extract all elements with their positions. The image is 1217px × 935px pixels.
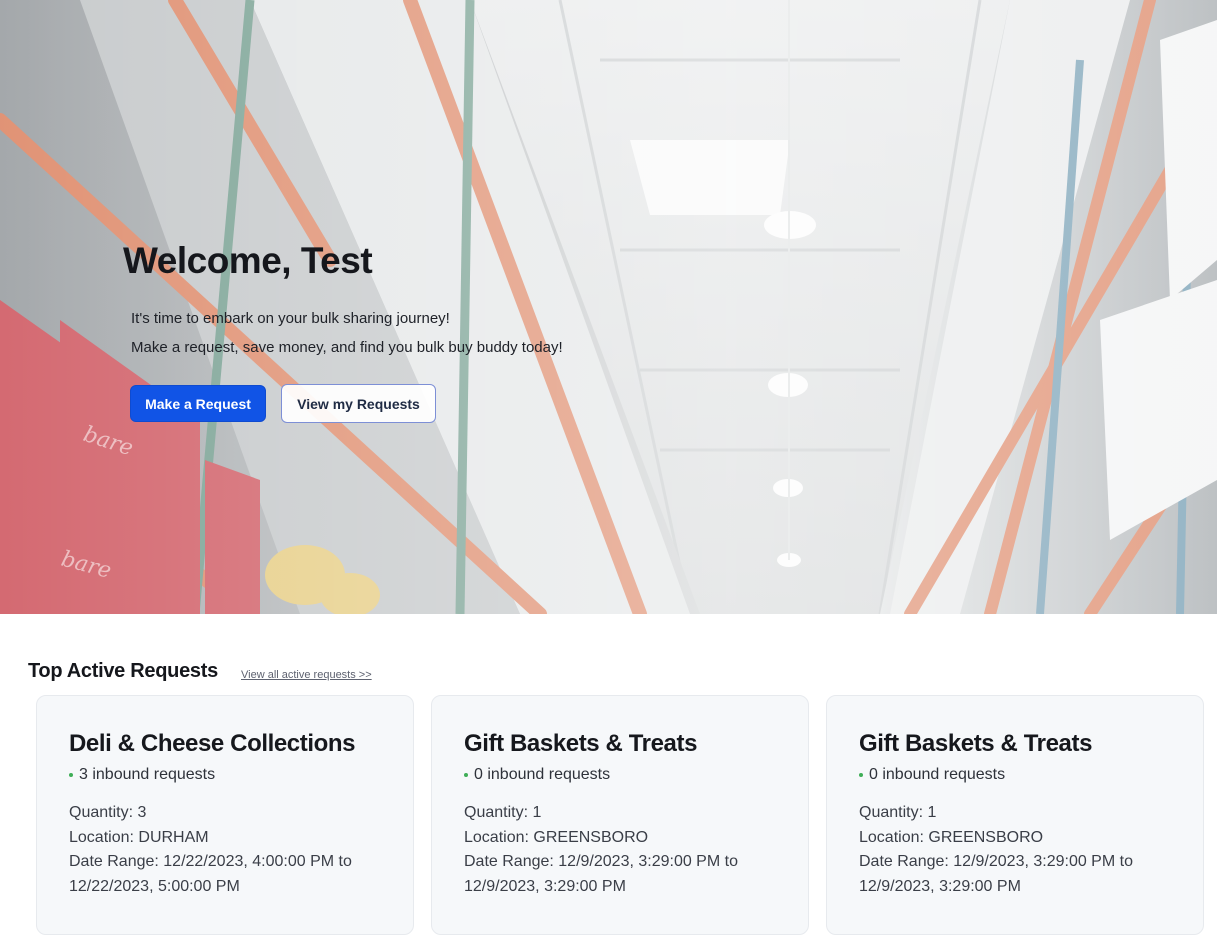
section-title: Top Active Requests [28, 660, 218, 682]
date-range-row: Date Range: 12/22/2023, 4:00:00 PM to [69, 850, 381, 875]
status-dot-icon [464, 773, 468, 777]
hero-tagline-line-1: It's time to embark on your bulk sharing… [131, 310, 450, 327]
request-card[interactable]: Gift Baskets & Treats 0 inbound requests… [431, 695, 809, 935]
date-end: 12/9/2023, 3:29:00 PM [859, 877, 1021, 895]
request-card[interactable]: Deli & Cheese Collections 3 inbound requ… [36, 695, 414, 935]
card-title: Gift Baskets & Treats [464, 730, 698, 757]
hero-overlay [0, 0, 1217, 614]
date-range-label: Date Range: [69, 853, 164, 870]
hero-banner: bare bare Welcome, Test It's time to emb… [0, 0, 1217, 614]
quantity-row: Quantity: 1 [464, 801, 776, 826]
quantity-row: Quantity: 1 [859, 801, 1171, 826]
date-range-label: Date Range: [464, 853, 559, 870]
location-label: Location: [859, 828, 929, 846]
card-title: Gift Baskets & Treats [859, 730, 1093, 757]
date-range-label: Date Range: [859, 853, 954, 870]
inbound-count: 3 inbound requests [79, 766, 216, 783]
card-title: Deli & Cheese Collections [69, 730, 356, 757]
status-dot-icon [859, 773, 863, 777]
quantity-value: 1 [532, 804, 542, 821]
inbound-count: 0 inbound requests [474, 766, 611, 783]
location-value: DURHAM [138, 828, 209, 846]
quantity-label: Quantity: [859, 804, 928, 821]
quantity-label: Quantity: [464, 804, 533, 821]
quantity-label: Quantity: [69, 804, 138, 821]
date-start: 12/9/2023, 3:29:00 PM to [558, 853, 738, 870]
date-range-row: Date Range: 12/9/2023, 3:29:00 PM to [859, 850, 1171, 875]
date-start: 12/9/2023, 3:29:00 PM to [953, 853, 1133, 870]
make-request-button[interactable]: Make a Request [130, 385, 266, 422]
location-row: Location: DURHAM [69, 826, 381, 851]
location-value: GREENSBORO [533, 828, 649, 846]
card-status: 0 inbound requests [859, 766, 1171, 784]
location-label: Location: [464, 828, 534, 846]
location-row: Location: GREENSBORO [464, 826, 776, 851]
request-card[interactable]: Gift Baskets & Treats 0 inbound requests… [826, 695, 1204, 935]
card-status: 3 inbound requests [69, 766, 381, 784]
card-details: Quantity: 1 Location: GREENSBORO Date Ra… [859, 801, 1171, 899]
card-details: Quantity: 1 Location: GREENSBORO Date Ra… [464, 801, 776, 899]
date-start: 12/22/2023, 4:00:00 PM to [163, 853, 352, 870]
quantity-value: 1 [927, 804, 937, 821]
inbound-count: 0 inbound requests [869, 766, 1006, 783]
quantity-value: 3 [137, 804, 147, 821]
hero-tagline-line-2: Make a request, save money, and find you… [131, 339, 563, 356]
card-status: 0 inbound requests [464, 766, 776, 784]
location-label: Location: [69, 828, 139, 846]
card-details: Quantity: 3 Location: DURHAM Date Range:… [69, 801, 381, 899]
date-end: 12/22/2023, 5:00:00 PM [69, 877, 240, 895]
view-all-requests-link[interactable]: View all active requests >> [241, 669, 372, 681]
status-dot-icon [69, 773, 73, 777]
date-end: 12/9/2023, 3:29:00 PM [464, 877, 626, 895]
location-value: GREENSBORO [928, 828, 1044, 846]
date-range-row: Date Range: 12/9/2023, 3:29:00 PM to [464, 850, 776, 875]
quantity-row: Quantity: 3 [69, 801, 381, 826]
welcome-heading: Welcome, Test [123, 240, 373, 281]
location-row: Location: GREENSBORO [859, 826, 1171, 851]
view-my-requests-button[interactable]: View my Requests [281, 384, 436, 423]
